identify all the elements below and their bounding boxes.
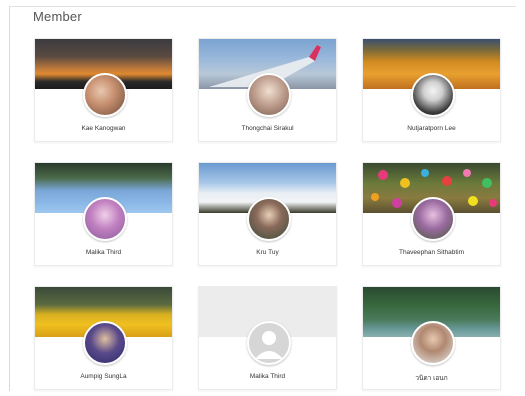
member-card[interactable]: Nutjaratporn Lee <box>362 38 501 142</box>
section-title: Member <box>33 9 82 24</box>
member-card[interactable]: Aumpig SungLa <box>34 286 173 390</box>
member-name[interactable]: Kru Tuy <box>199 249 336 256</box>
avatar[interactable] <box>82 73 127 117</box>
avatar[interactable] <box>246 197 291 241</box>
avatar[interactable] <box>82 321 127 365</box>
member-card[interactable]: Malika Third <box>34 162 173 266</box>
member-name[interactable]: วนิดา เอนก <box>363 373 500 383</box>
member-name[interactable]: Thaveephan Sithabtim <box>363 249 500 256</box>
member-name[interactable]: Nutjaratporn Lee <box>363 125 500 132</box>
member-card[interactable]: Thaveephan Sithabtim <box>362 162 501 266</box>
avatar[interactable] <box>410 321 455 365</box>
member-card[interactable]: Thongchai Sirakul <box>198 38 337 142</box>
user-silhouette-icon <box>254 331 283 359</box>
avatar[interactable] <box>410 73 455 117</box>
member-name[interactable]: Kae Kanogwan <box>35 125 172 132</box>
member-card[interactable]: วนิดา เอนก <box>362 286 501 390</box>
member-card[interactable]: Kae Kanogwan <box>34 38 173 142</box>
member-name[interactable]: Thongchai Sirakul <box>199 125 336 132</box>
avatar[interactable] <box>246 73 291 117</box>
member-name[interactable]: Malika Third <box>35 249 172 256</box>
avatar[interactable] <box>410 197 455 241</box>
member-name[interactable]: Malika Third <box>199 373 336 380</box>
member-card[interactable]: Malika Third <box>198 286 337 390</box>
avatar[interactable] <box>82 197 127 241</box>
avatar[interactable] <box>246 321 291 365</box>
member-card[interactable]: Kru Tuy <box>198 162 337 266</box>
member-name[interactable]: Aumpig SungLa <box>35 373 172 380</box>
